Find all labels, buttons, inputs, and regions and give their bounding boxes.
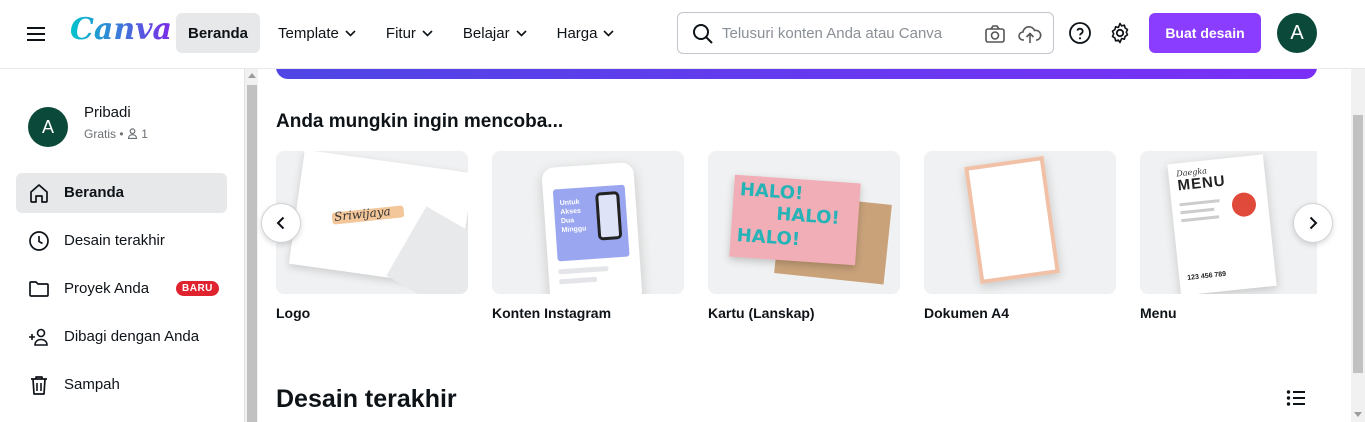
sidebar: A Pribadi Gratis • 1 Beranda Desain tera…: [0, 69, 244, 422]
template-card-instagram[interactable]: Untuk Akses Dua Minggu Konten Instagram: [492, 151, 684, 321]
caption-line: [559, 276, 598, 285]
menu-line: [1179, 199, 1220, 207]
main-content: Anda mungkin ingin mencoba... Sriwijaya …: [258, 69, 1351, 422]
template-card-card-landscape[interactable]: HALO! HALO! HALO! Kartu (Lanskap): [708, 151, 900, 321]
chevron-down-icon: [603, 29, 615, 37]
camera-icon[interactable]: [984, 23, 1006, 45]
greeting-card: HALO! HALO! HALO!: [729, 174, 861, 266]
chevron-right-icon: [1309, 216, 1318, 230]
post-image: Untuk Akses Dua Minggu: [552, 184, 630, 262]
nav-beranda[interactable]: Beranda: [176, 13, 261, 53]
profile-avatar: A: [28, 107, 68, 147]
help-icon[interactable]: [1068, 21, 1092, 45]
nav-label: Fitur: [385, 24, 416, 42]
nav-template[interactable]: Template: [266, 13, 368, 53]
card-label: Menu: [1140, 305, 1177, 321]
menu-phone: 123 456 789: [1187, 270, 1227, 282]
search-placeholder: Telusuri konten Anda atau Canva: [722, 25, 943, 42]
halo-text: HALO!: [775, 203, 841, 230]
avatar[interactable]: A: [1277, 13, 1317, 53]
chevron-down-icon: [516, 29, 527, 37]
card-thumbnail: Daegka MENU 123 456 789: [1140, 151, 1317, 294]
sidebar-item-label: Beranda: [64, 184, 125, 201]
halo-text: HALO!: [739, 179, 804, 205]
plan-label: Gratis: [84, 127, 117, 141]
carousel-next-button[interactable]: [1293, 203, 1333, 243]
caption-line: [558, 265, 609, 275]
card-thumbnail: HALO! HALO! HALO!: [708, 151, 900, 294]
top-bar: Canva Beranda Template Fitur Belajar Har…: [0, 0, 1365, 69]
nav-fitur[interactable]: Fitur: [374, 13, 445, 53]
card-label: Dokumen A4: [924, 305, 1010, 321]
card-label: Kartu (Lanskap): [708, 305, 815, 321]
gear-icon[interactable]: [1108, 21, 1132, 45]
home-icon: [30, 184, 48, 203]
template-card-logo[interactable]: Sriwijaya Logo: [276, 151, 468, 321]
canva-logo[interactable]: Canva: [70, 12, 172, 47]
clock-icon: [29, 231, 49, 251]
folder-icon: [29, 281, 49, 297]
menu-heading: MENU: [1176, 172, 1227, 195]
new-badge: BARU: [176, 281, 219, 296]
scroll-down-arrow-icon[interactable]: [1354, 412, 1362, 417]
page-scroll-thumb[interactable]: [1353, 115, 1363, 373]
card-clip: Daegka MENU 123 456 789 Menu: [1140, 151, 1317, 323]
main-nav: Beranda Template Fitur Belajar Harga: [176, 13, 626, 53]
sidebar-scroll-thumb[interactable]: [247, 85, 257, 422]
menu-line: [1180, 207, 1215, 215]
sidebar-scrollbar[interactable]: [244, 69, 258, 422]
phone-shape: Untuk Akses Dua Minggu: [541, 161, 643, 294]
person-icon: [127, 128, 137, 140]
sidebar-item-label: Desain terakhir: [64, 232, 165, 249]
sidebar-item-trash[interactable]: Sampah: [16, 365, 227, 405]
suggestions-title: Anda mungkin ingin mencoba...: [276, 111, 564, 132]
member-count: 1: [141, 127, 148, 141]
card-label: Konten Instagram: [492, 305, 612, 321]
sidebar-item-shared[interactable]: Dibagi dengan Anda: [16, 317, 227, 357]
nav-belajar[interactable]: Belajar: [451, 13, 539, 53]
menu-line: [1181, 215, 1220, 223]
menu-food-image: [1230, 191, 1258, 218]
card-label: Logo: [276, 305, 311, 321]
shared-users-icon: [29, 328, 48, 346]
sidebar-item-label: Proyek Anda: [64, 280, 150, 297]
upload-cloud-icon[interactable]: [1018, 23, 1042, 45]
nav-label: Belajar: [462, 24, 510, 42]
post-text: Untuk Akses Dua Minggu: [559, 198, 587, 235]
hamburger-menu-icon[interactable]: [22, 22, 50, 46]
scroll-up-arrow-icon[interactable]: [248, 73, 256, 78]
hero-banner[interactable]: [276, 69, 1317, 79]
search-input[interactable]: Telusuri konten Anda atau Canva: [677, 12, 1054, 54]
profile-name: Pribadi: [84, 104, 131, 121]
trash-icon: [31, 376, 47, 395]
nav-harga[interactable]: Harga: [545, 13, 627, 53]
sidebar-item-label: Dibagi dengan Anda: [64, 328, 200, 345]
chevron-down-icon: [422, 29, 433, 37]
chevron-down-icon: [345, 29, 356, 37]
carousel-prev-button[interactable]: [261, 203, 301, 243]
create-design-button[interactable]: Buat desain: [1149, 13, 1261, 53]
template-card-a4[interactable]: Dokumen A4: [924, 151, 1116, 321]
sidebar-item-projects[interactable]: Proyek Anda BARU: [16, 269, 227, 309]
sidebar-item-recent[interactable]: Desain terakhir: [16, 221, 227, 261]
menu-page: Daegka MENU 123 456 789: [1167, 154, 1277, 294]
list-view-icon[interactable]: [1286, 389, 1306, 407]
nav-label: Template: [278, 24, 339, 42]
nav-label: Harga: [556, 24, 598, 42]
nav-label: Beranda: [188, 24, 249, 42]
search-icon: [693, 24, 713, 44]
mini-phone: [595, 191, 623, 241]
a4-document: [964, 156, 1060, 284]
card-thumbnail: Sriwijaya: [276, 151, 468, 294]
chevron-left-icon: [276, 216, 285, 230]
recent-designs-title: Desain terakhir: [276, 385, 457, 413]
card-thumbnail: [924, 151, 1116, 294]
sidebar-item-beranda[interactable]: Beranda: [16, 173, 227, 213]
halo-text: HALO!: [736, 225, 801, 251]
card-thumbnail: Untuk Akses Dua Minggu: [492, 151, 684, 294]
profile-plan: Gratis • 1: [84, 127, 148, 141]
sidebar-item-label: Sampah: [64, 376, 120, 393]
template-card-menu[interactable]: Daegka MENU 123 456 789 Menu: [1140, 151, 1317, 321]
